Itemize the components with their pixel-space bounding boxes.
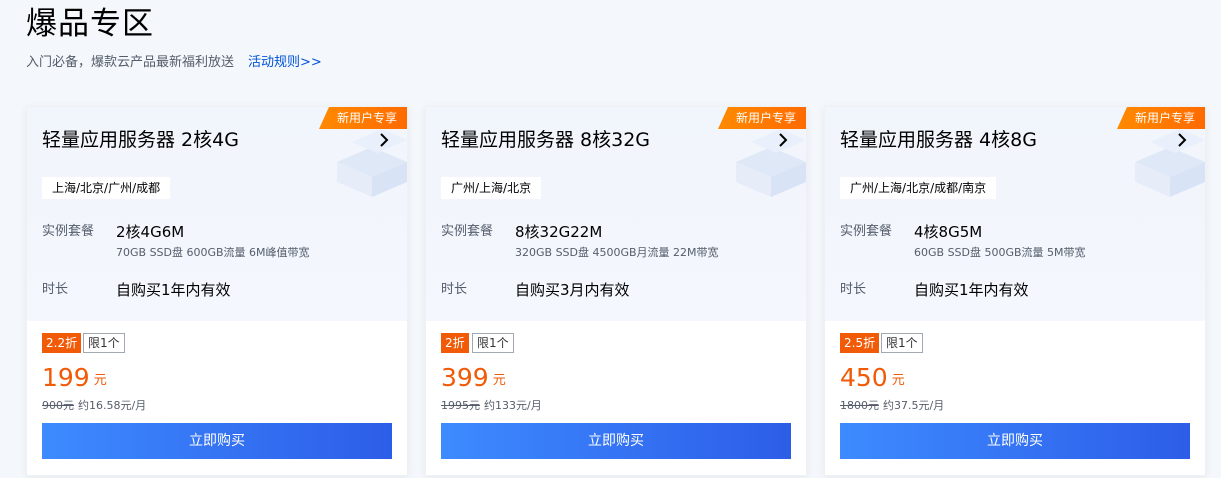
monthly-price: 约16.58元/月 <box>78 399 147 412</box>
duration-value: 自购买1年内有效 <box>914 281 1029 299</box>
price-unit: 元 <box>492 373 506 388</box>
duration-label: 时长 <box>840 282 867 297</box>
card-title[interactable]: 轻量应用服务器 8核32G <box>441 127 650 153</box>
spec-label: 实例套餐 <box>441 224 494 239</box>
price: 450 元 <box>840 361 905 398</box>
card-title[interactable]: 轻量应用服务器 4核8G <box>840 127 1037 153</box>
discount-badge: 2.2折 <box>42 333 82 353</box>
original-price: 1995元 <box>441 399 480 412</box>
spec-main: 4核8G5M <box>914 223 983 241</box>
spec-detail: 320GB SSD盘 4500GB月流量 22M带宽 <box>515 246 719 259</box>
spec-detail: 60GB SSD盘 500GB流量 5M带宽 <box>914 246 1086 259</box>
limit-badge: 限1个 <box>83 333 125 353</box>
original-price: 1800元 <box>840 399 879 412</box>
discount-badge: 2.5折 <box>840 333 880 353</box>
price-unit: 元 <box>891 373 905 388</box>
subtitle-text: 入门必备，爆款云产品最新福利放送 <box>26 55 235 70</box>
price-unit: 元 <box>93 373 107 388</box>
spec-main: 2核4G6M <box>116 223 185 241</box>
region-tag: 广州/上海/北京/成都/南京 <box>840 177 997 199</box>
card-title[interactable]: 轻量应用服务器 2核4G <box>42 127 239 153</box>
price: 199 元 <box>42 361 107 398</box>
new-user-badge: 新用户专享 <box>1116 107 1205 129</box>
discount-badge: 2折 <box>441 333 469 353</box>
region-tag: 上海/北京/广州/成都 <box>42 177 171 199</box>
price-sub: 900元 约16.58元/月 <box>42 398 146 414</box>
monthly-price: 约133元/月 <box>484 399 542 412</box>
duration-value: 自购买3月内有效 <box>515 281 630 299</box>
limit-badge: 限1个 <box>881 333 923 353</box>
subtitle: 入门必备，爆款云产品最新福利放送 活动规则>> <box>26 54 322 72</box>
spec-detail: 70GB SSD盘 600GB流量 6M峰值带宽 <box>116 246 310 259</box>
price-sub: 1995元 约133元/月 <box>441 398 542 414</box>
new-user-badge: 新用户专享 <box>318 107 407 129</box>
rules-link[interactable]: 活动规则>> <box>248 55 322 70</box>
price-value: 450 <box>840 363 888 392</box>
spec-label: 实例套餐 <box>840 224 893 239</box>
price-sub: 1800元 约37.5元/月 <box>840 398 944 414</box>
duration-label: 时长 <box>441 282 468 297</box>
duration-value: 自购买1年内有效 <box>116 281 231 299</box>
price-value: 199 <box>42 363 90 392</box>
monthly-price: 约37.5元/月 <box>883 399 945 412</box>
buy-button[interactable]: 立即购买 <box>840 423 1190 459</box>
buy-button[interactable]: 立即购买 <box>42 423 392 459</box>
page-title: 爆品专区 <box>26 6 154 42</box>
buy-button[interactable]: 立即购买 <box>441 423 791 459</box>
limit-badge: 限1个 <box>472 333 514 353</box>
spec-label: 实例套餐 <box>42 224 95 239</box>
price: 399 元 <box>441 361 506 398</box>
spec-main: 8核32G22M <box>515 223 603 241</box>
chevron-right-icon[interactable] <box>1177 133 1187 147</box>
original-price: 900元 <box>42 399 74 412</box>
region-tag: 广州/上海/北京 <box>441 177 542 199</box>
duration-label: 时长 <box>42 282 69 297</box>
new-user-badge: 新用户专享 <box>717 107 806 129</box>
product-card-2[interactable]: 新用户专享 轻量应用服务器 8核32G 广州/上海/北京 实例套餐 8核32G2… <box>425 106 807 476</box>
price-value: 399 <box>441 363 489 392</box>
product-card-3[interactable]: 新用户专享 轻量应用服务器 4核8G 广州/上海/北京/成都/南京 实例套餐 4… <box>824 106 1206 476</box>
chevron-right-icon[interactable] <box>379 133 389 147</box>
product-card-1[interactable]: 新用户专享 轻量应用服务器 2核4G 上海/北京/广州/成都 实例套餐 2核4G… <box>26 106 408 476</box>
chevron-right-icon[interactable] <box>778 133 788 147</box>
